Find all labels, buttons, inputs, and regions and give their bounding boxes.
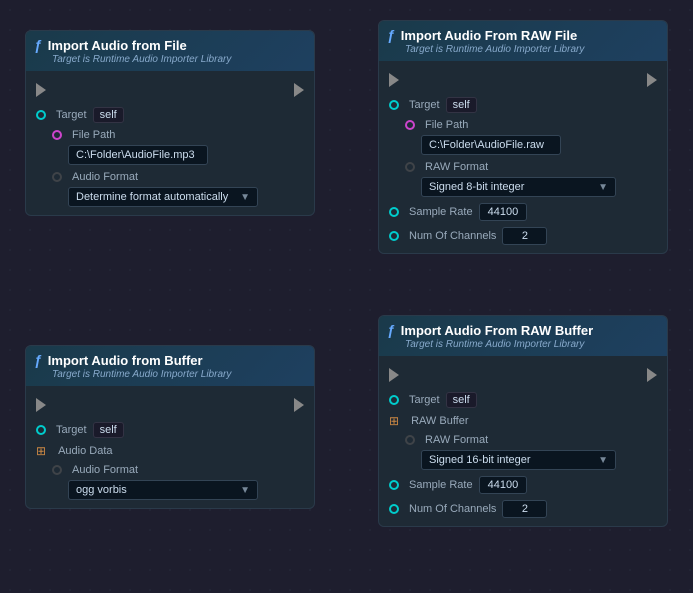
target-label: Target: [409, 99, 440, 111]
exec-output-connector[interactable]: [647, 73, 657, 87]
num-channels-value[interactable]: 2: [502, 500, 547, 518]
chevron-down-icon: ▼: [240, 192, 250, 203]
audio-format-group: Audio Format ogg vorbis ▼: [52, 464, 304, 500]
target-label: Target: [56, 109, 87, 121]
file-path-group: File Path C:\Folder\AudioFile.mp3: [52, 129, 304, 165]
exec-row: [389, 364, 657, 386]
target-row: Target self: [389, 392, 657, 408]
node-title: ƒ Import Audio from File: [34, 37, 304, 53]
exec-input-connector[interactable]: [36, 398, 46, 412]
audio-format-connector[interactable]: [52, 465, 62, 475]
grid-icon: ⊞: [389, 414, 399, 428]
sample-rate-connector[interactable]: [389, 480, 399, 490]
target-connector[interactable]: [389, 395, 399, 405]
audio-format-label: Audio Format: [72, 171, 138, 183]
num-channels-connector[interactable]: [389, 231, 399, 241]
file-path-connector[interactable]: [405, 120, 415, 130]
node-subtitle: Target is Runtime Audio Importer Library: [387, 44, 657, 55]
target-value: self: [93, 107, 124, 123]
target-value: self: [446, 392, 477, 408]
target-connector[interactable]: [36, 425, 46, 435]
import-audio-file-node: ƒ Import Audio from File Target is Runti…: [25, 30, 315, 216]
node-header: ƒ Import Audio From RAW File Target is R…: [379, 21, 667, 61]
target-connector[interactable]: [36, 110, 46, 120]
chevron-down-icon: ▼: [598, 182, 608, 193]
exec-row: [389, 69, 657, 91]
raw-format-select[interactable]: Signed 16-bit integer ▼: [421, 450, 616, 470]
raw-format-connector[interactable]: [405, 162, 415, 172]
function-icon: ƒ: [387, 27, 395, 43]
target-label: Target: [56, 424, 87, 436]
raw-format-group: RAW Format Signed 8-bit integer ▼: [405, 161, 657, 197]
num-channels-value[interactable]: 2: [502, 227, 547, 245]
num-channels-label: Num Of Channels: [409, 230, 496, 242]
file-path-group: File Path C:\Folder\AudioFile.raw: [405, 119, 657, 155]
sample-rate-row: Sample Rate 44100: [389, 203, 657, 221]
grid-icon: ⊞: [36, 444, 46, 458]
target-row: Target self: [389, 97, 657, 113]
num-channels-row: Num Of Channels 2: [389, 227, 657, 245]
raw-format-label: RAW Format: [425, 434, 488, 446]
node-subtitle: Target is Runtime Audio Importer Library: [387, 339, 657, 350]
raw-format-connector[interactable]: [405, 435, 415, 445]
target-connector[interactable]: [389, 100, 399, 110]
audio-format-group: Audio Format Determine format automatica…: [52, 171, 304, 207]
exec-row: [36, 394, 304, 416]
exec-input-connector[interactable]: [389, 368, 399, 382]
file-path-input[interactable]: C:\Folder\AudioFile.mp3: [68, 145, 208, 165]
chevron-down-icon: ▼: [240, 485, 250, 496]
target-row: Target self: [36, 422, 304, 438]
audio-format-label: Audio Format: [72, 464, 138, 476]
file-path-input[interactable]: C:\Folder\AudioFile.raw: [421, 135, 561, 155]
sample-rate-label: Sample Rate: [409, 479, 473, 491]
raw-format-group: RAW Format Signed 16-bit integer ▼: [405, 434, 657, 470]
target-value: self: [446, 97, 477, 113]
sample-rate-label: Sample Rate: [409, 206, 473, 218]
audio-format-select[interactable]: Determine format automatically ▼: [68, 187, 258, 207]
function-icon: ƒ: [34, 352, 42, 368]
node-subtitle: Target is Runtime Audio Importer Library: [34, 369, 304, 380]
file-path-connector[interactable]: [52, 130, 62, 140]
exec-output-connector[interactable]: [294, 83, 304, 97]
target-label: Target: [409, 394, 440, 406]
raw-format-label: RAW Format: [425, 161, 488, 173]
sample-rate-row: Sample Rate 44100: [389, 476, 657, 494]
exec-output-connector[interactable]: [647, 368, 657, 382]
audio-data-label: Audio Data: [58, 445, 112, 457]
exec-output-connector[interactable]: [294, 398, 304, 412]
function-icon: ƒ: [34, 37, 42, 53]
file-path-label: File Path: [425, 119, 468, 131]
node-header: ƒ Import Audio from File Target is Runti…: [26, 31, 314, 71]
node-subtitle: Target is Runtime Audio Importer Library: [34, 54, 304, 65]
audio-data-row: ⊞ Audio Data: [36, 444, 304, 458]
import-raw-buffer-node: ƒ Import Audio From RAW Buffer Target is…: [378, 315, 668, 527]
raw-buffer-row: ⊞ RAW Buffer: [389, 414, 657, 428]
exec-row: [36, 79, 304, 101]
node-title: ƒ Import Audio from Buffer: [34, 352, 304, 368]
exec-input-connector[interactable]: [389, 73, 399, 87]
sample-rate-value[interactable]: 44100: [479, 476, 528, 494]
num-channels-connector[interactable]: [389, 504, 399, 514]
exec-input-connector[interactable]: [36, 83, 46, 97]
audio-format-select[interactable]: ogg vorbis ▼: [68, 480, 258, 500]
target-value: self: [93, 422, 124, 438]
node-header: ƒ Import Audio From RAW Buffer Target is…: [379, 316, 667, 356]
node-title: ƒ Import Audio From RAW File: [387, 27, 657, 43]
sample-rate-connector[interactable]: [389, 207, 399, 217]
num-channels-row: Num Of Channels 2: [389, 500, 657, 518]
num-channels-label: Num Of Channels: [409, 503, 496, 515]
import-raw-file-node: ƒ Import Audio From RAW File Target is R…: [378, 20, 668, 254]
raw-buffer-label: RAW Buffer: [411, 415, 468, 427]
target-row: Target self: [36, 107, 304, 123]
raw-format-select[interactable]: Signed 8-bit integer ▼: [421, 177, 616, 197]
chevron-down-icon: ▼: [598, 455, 608, 466]
node-title: ƒ Import Audio From RAW Buffer: [387, 322, 657, 338]
function-icon: ƒ: [387, 322, 395, 338]
audio-format-connector[interactable]: [52, 172, 62, 182]
sample-rate-value[interactable]: 44100: [479, 203, 528, 221]
import-audio-buffer-node: ƒ Import Audio from Buffer Target is Run…: [25, 345, 315, 509]
file-path-label: File Path: [72, 129, 115, 141]
node-header: ƒ Import Audio from Buffer Target is Run…: [26, 346, 314, 386]
